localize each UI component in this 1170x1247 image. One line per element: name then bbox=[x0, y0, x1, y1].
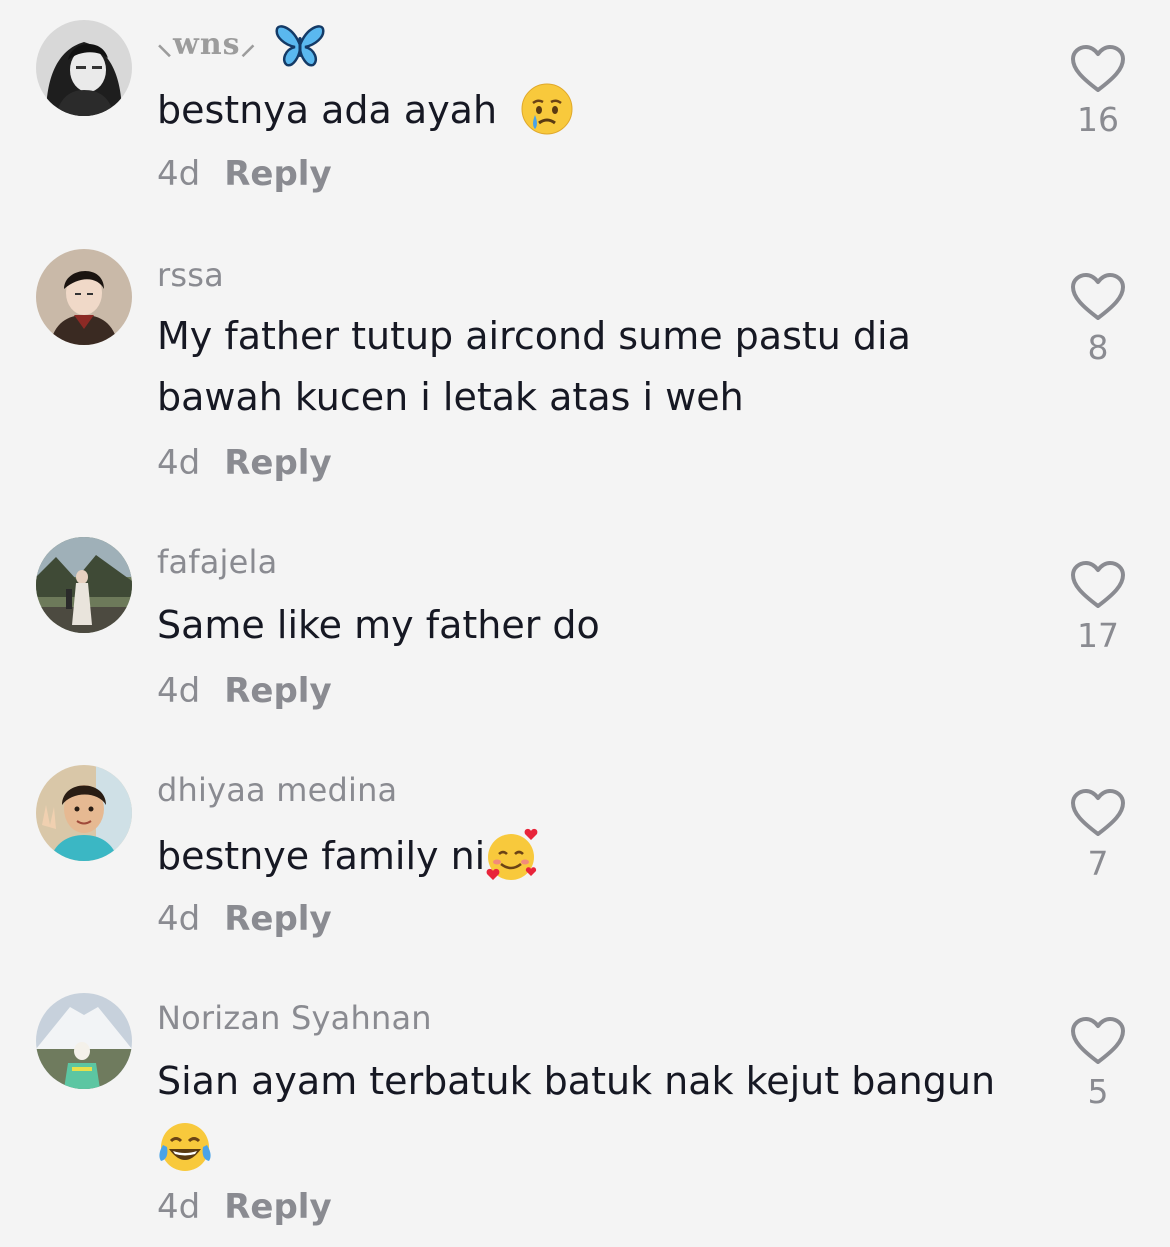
comment-text: bestnye family ni bbox=[157, 826, 1037, 887]
avatar[interactable] bbox=[36, 249, 132, 345]
smiling-face-with-hearts-emoji bbox=[486, 828, 538, 880]
heart-icon bbox=[1071, 789, 1125, 836]
comment-meta: 4d Reply bbox=[157, 1187, 332, 1227]
avatar[interactable] bbox=[36, 765, 132, 861]
reply-button[interactable]: Reply bbox=[224, 671, 331, 711]
reply-button[interactable]: Reply bbox=[224, 899, 331, 939]
username[interactable]: Norizan Syahnan bbox=[157, 999, 432, 1037]
like-count: 5 bbox=[1087, 1072, 1109, 1111]
username-ornate: ⸜wns⸝ bbox=[157, 27, 257, 62]
comment-text-line: bawah kucen i letak atas i weh bbox=[157, 375, 744, 419]
username[interactable]: rssa bbox=[157, 256, 224, 294]
comment-text-line: Sian ayam terbatuk batuk nak kejut bangu… bbox=[157, 1059, 996, 1103]
comment-time: 4d bbox=[157, 443, 201, 483]
comment-meta: 4d Reply bbox=[157, 899, 332, 939]
like-button[interactable]: 8 bbox=[1064, 272, 1132, 367]
butterfly-icon bbox=[275, 25, 325, 67]
avatar-image bbox=[36, 20, 132, 116]
avatar-image bbox=[36, 537, 132, 633]
comment-meta: 4d Reply bbox=[157, 154, 332, 194]
username[interactable]: ⸜wns⸝ bbox=[157, 22, 325, 67]
reply-button[interactable]: Reply bbox=[224, 1187, 331, 1227]
comment-meta: 4d Reply bbox=[157, 443, 332, 483]
comment-text: Same like my father do bbox=[157, 603, 600, 647]
avatar[interactable] bbox=[36, 993, 132, 1089]
avatar-image bbox=[36, 765, 132, 861]
heart-icon bbox=[1071, 1017, 1125, 1064]
like-count: 7 bbox=[1087, 844, 1109, 883]
avatar-image bbox=[36, 249, 132, 345]
username[interactable]: dhiyaa medina bbox=[157, 771, 397, 809]
heart-icon bbox=[1071, 45, 1125, 92]
like-button[interactable]: 16 bbox=[1064, 44, 1132, 139]
comment-text: My father tutup aircond sume pastu dia b… bbox=[157, 306, 1037, 428]
crying-face-emoji bbox=[521, 83, 573, 134]
like-button[interactable]: 17 bbox=[1064, 560, 1132, 655]
comment-text: Sian ayam terbatuk batuk nak kejut bangu… bbox=[157, 1051, 1037, 1173]
comment-meta: 4d Reply bbox=[157, 671, 332, 711]
avatar[interactable] bbox=[36, 20, 132, 116]
comment-time: 4d bbox=[157, 671, 201, 711]
avatar-image bbox=[36, 993, 132, 1089]
comment-time: 4d bbox=[157, 899, 201, 939]
like-count: 17 bbox=[1077, 616, 1119, 655]
like-count: 8 bbox=[1087, 328, 1109, 367]
like-button[interactable]: 7 bbox=[1064, 788, 1132, 883]
tears-of-joy-emoji bbox=[159, 1122, 211, 1171]
username[interactable]: fafajela bbox=[157, 543, 277, 581]
heart-icon bbox=[1071, 273, 1125, 320]
heart-icon bbox=[1071, 561, 1125, 608]
comment-text: bestnya ada ayah bbox=[157, 80, 1037, 141]
comment-time: 4d bbox=[157, 1187, 201, 1227]
reply-button[interactable]: Reply bbox=[224, 154, 331, 194]
comment-text-line: My father tutup aircond sume pastu dia bbox=[157, 314, 911, 358]
like-button[interactable]: 5 bbox=[1064, 1016, 1132, 1111]
avatar[interactable] bbox=[36, 537, 132, 633]
comment-time: 4d bbox=[157, 154, 201, 194]
reply-button[interactable]: Reply bbox=[224, 443, 331, 483]
like-count: 16 bbox=[1077, 100, 1119, 139]
